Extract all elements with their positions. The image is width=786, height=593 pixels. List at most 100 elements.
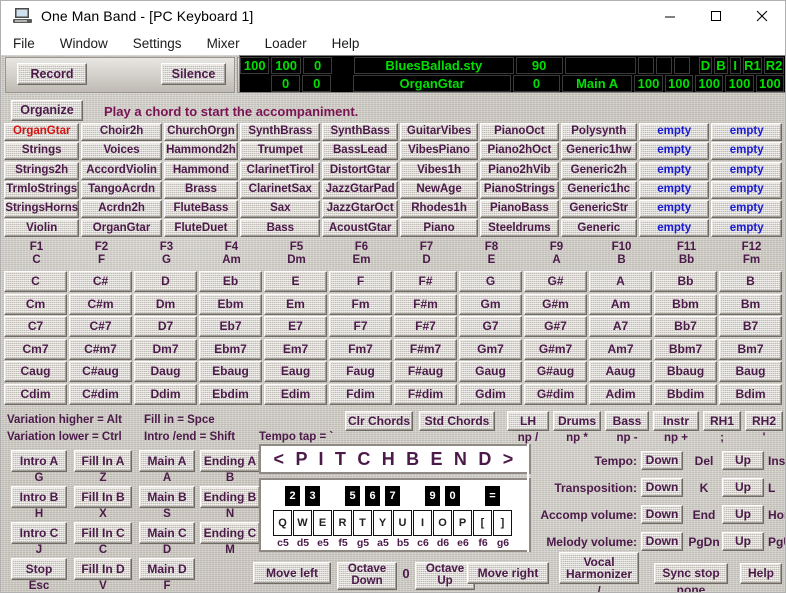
chord-button[interactable]: Baug xyxy=(719,361,782,382)
menu-window[interactable]: Window xyxy=(58,34,110,53)
maximize-icon[interactable] xyxy=(693,1,739,31)
instrument-button[interactable]: GuitarVibes xyxy=(399,123,479,141)
chord-button[interactable]: Bb xyxy=(654,271,717,292)
instrument-button[interactable]: VibesPiano xyxy=(399,142,479,161)
chord-button[interactable]: Ebaug xyxy=(199,361,262,382)
chord-button[interactable]: G#aug xyxy=(524,361,587,382)
chord-button[interactable]: Gm xyxy=(459,293,522,315)
instrument-button[interactable]: FluteBass xyxy=(163,200,239,219)
chord-button[interactable]: F#7 xyxy=(394,316,457,337)
chord-button[interactable]: F#dim xyxy=(394,383,457,405)
chord-button[interactable]: Aaug xyxy=(589,361,652,382)
chord-button[interactable]: Caug xyxy=(4,361,67,382)
chord-button[interactable]: Bbaug xyxy=(654,361,717,382)
white-key[interactable]: Y xyxy=(373,510,392,536)
part-button[interactable]: Drums xyxy=(553,411,601,431)
chord-button[interactable]: C# xyxy=(69,271,132,292)
instrument-button[interactable]: Generic1hc xyxy=(560,180,637,199)
transport-button[interactable]: Fill In D xyxy=(74,558,132,580)
black-key[interactable]: 2 xyxy=(285,486,300,506)
chord-button[interactable]: Dm xyxy=(134,293,197,315)
instrument-button[interactable]: Strings2h xyxy=(4,161,80,180)
chord-button[interactable]: F#aug xyxy=(394,361,457,382)
instrument-button[interactable]: empty xyxy=(638,219,710,238)
chord-button[interactable]: C#dim xyxy=(69,383,132,405)
white-key[interactable]: [ xyxy=(473,510,492,536)
instrument-button[interactable]: Bass xyxy=(240,219,321,238)
chord-button[interactable]: Eb xyxy=(199,271,262,292)
chord-button[interactable]: Bbm xyxy=(654,293,717,315)
black-key[interactable]: 5 xyxy=(345,486,360,506)
chord-button[interactable]: F#m xyxy=(394,293,457,315)
transport-button[interactable]: Intro B xyxy=(11,486,67,508)
instrument-button[interactable]: ChurchOrgn xyxy=(163,123,239,141)
chord-button[interactable]: F#m7 xyxy=(394,338,457,360)
chord-button[interactable]: C#aug xyxy=(69,361,132,382)
instrument-button[interactable]: Brass xyxy=(163,180,239,199)
chord-button[interactable]: Bdim xyxy=(719,383,782,405)
transport-button[interactable]: Main C xyxy=(139,522,195,544)
instrument-button[interactable]: Choir2h xyxy=(81,123,162,141)
instrument-button[interactable]: empty xyxy=(638,123,710,141)
chord-button[interactable]: Bbdim xyxy=(654,383,717,405)
chord-button[interactable]: Fm7 xyxy=(329,338,392,360)
record-button[interactable]: Record xyxy=(17,63,87,85)
part-button[interactable]: RH2 xyxy=(745,411,783,431)
chord-button[interactable]: Bm xyxy=(719,293,782,315)
chord-button[interactable]: Adim xyxy=(589,383,652,405)
control-down-button[interactable]: Down xyxy=(641,478,683,497)
transport-button[interactable]: Ending A xyxy=(200,450,260,472)
white-key[interactable]: R xyxy=(333,510,352,536)
white-key[interactable]: O xyxy=(433,510,452,536)
chord-button[interactable]: Eaug xyxy=(264,361,327,382)
chord-button[interactable]: F# xyxy=(394,271,457,292)
instrument-button[interactable]: Piano xyxy=(399,219,479,238)
white-key[interactable]: T xyxy=(353,510,372,536)
black-key[interactable]: 0 xyxy=(445,486,460,506)
instrument-button[interactable]: BassLead xyxy=(322,142,398,161)
menu-file[interactable]: File xyxy=(11,34,37,53)
chord-button[interactable]: Cdim xyxy=(4,383,67,405)
instrument-button[interactable]: SynthBrass xyxy=(240,123,321,141)
instrument-button[interactable]: DistortGtar xyxy=(322,161,398,180)
chord-button[interactable]: C7 xyxy=(4,316,67,337)
instrument-button[interactable]: empty xyxy=(638,161,710,180)
instrument-button[interactable]: Piano2hVib xyxy=(480,161,559,180)
instrument-button[interactable]: JazzGtarPad xyxy=(322,180,398,199)
chord-button[interactable]: Dm7 xyxy=(134,338,197,360)
chord-button[interactable]: Fm xyxy=(329,293,392,315)
chord-button[interactable]: Em xyxy=(264,293,327,315)
instrument-button[interactable]: Piano2hOct xyxy=(480,142,559,161)
instrument-button[interactable]: GenericStr xyxy=(560,200,637,219)
instrument-button[interactable]: Vibes1h xyxy=(399,161,479,180)
chord-button[interactable]: C#m7 xyxy=(69,338,132,360)
chord-button[interactable]: Gdim xyxy=(459,383,522,405)
instrument-button[interactable]: AccordViolin xyxy=(81,161,162,180)
instrument-button[interactable]: NewAge xyxy=(399,180,479,199)
instrument-button[interactable]: StringsHorns xyxy=(4,200,80,219)
chord-button[interactable]: G# xyxy=(524,271,587,292)
instrument-button[interactable]: Generic1hw xyxy=(560,142,637,161)
chord-button[interactable]: Daug xyxy=(134,361,197,382)
chord-button[interactable]: Am7 xyxy=(589,338,652,360)
chord-button[interactable]: F7 xyxy=(329,316,392,337)
instrument-button[interactable]: PianoStrings xyxy=(480,180,559,199)
instrument-button[interactable]: empty xyxy=(711,142,782,161)
instrument-button[interactable]: empty xyxy=(711,123,782,141)
white-key[interactable]: U xyxy=(393,510,412,536)
chord-button[interactable]: Gaug xyxy=(459,361,522,382)
instrument-button[interactable]: PianoBass xyxy=(480,200,559,219)
chord-button[interactable]: Cm xyxy=(4,293,67,315)
black-key[interactable]: = xyxy=(485,486,500,506)
instrument-button[interactable]: Rhodes1h xyxy=(399,200,479,219)
white-key[interactable]: ] xyxy=(493,510,512,536)
help-button[interactable]: Help xyxy=(740,563,782,584)
chord-button[interactable]: D7 xyxy=(134,316,197,337)
control-up-button[interactable]: Up xyxy=(722,532,764,551)
instrument-button[interactable]: Generic xyxy=(560,219,637,238)
instrument-button[interactable]: Acrdn2h xyxy=(81,200,162,219)
chord-button[interactable]: Ebm7 xyxy=(199,338,262,360)
instrument-button[interactable]: Sax xyxy=(240,200,321,219)
chord-button[interactable]: C#7 xyxy=(69,316,132,337)
chord-button[interactable]: B xyxy=(719,271,782,292)
